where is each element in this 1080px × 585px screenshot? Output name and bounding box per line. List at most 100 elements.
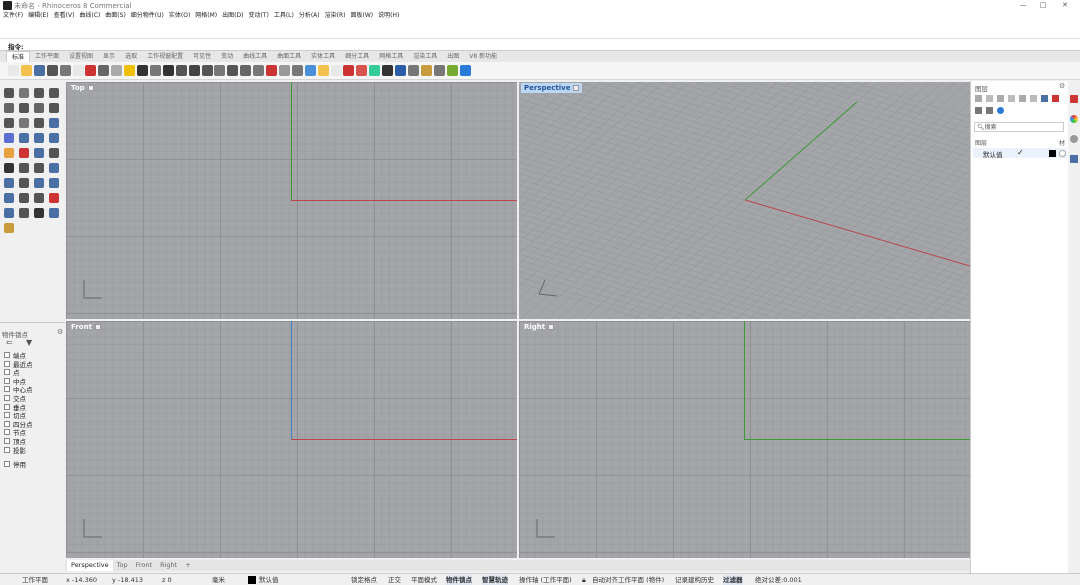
palette-tool-icon[interactable] [34,133,44,143]
menu-dimension[interactable]: 出图(D) [222,11,243,21]
viewport-tab[interactable]: Top [113,560,132,571]
layer-search-input[interactable]: 🔍︎搜索 [974,122,1064,132]
palette-tool-icon[interactable] [34,88,44,98]
status-grid-snap-toggle[interactable]: 锁定格点 [351,575,377,585]
toolbar-tab[interactable]: 曲线工具 [238,51,272,62]
osnap-checkbox[interactable] [4,403,10,410]
move-up-icon[interactable] [1019,95,1026,102]
panel-settings-icon[interactable]: ⚙ [57,328,63,336]
viewport-tab[interactable]: Perspective [67,560,113,571]
toolbar-tool-icon[interactable] [98,65,110,76]
toolbar-tool-icon[interactable] [304,65,316,76]
osnap-checkbox[interactable] [4,438,10,444]
toolbar-tab[interactable]: 工作平面 [30,51,64,62]
toolbar-tool-icon[interactable] [137,65,148,76]
palette-tool-icon[interactable] [4,103,14,113]
toolbar-tool-icon[interactable] [124,65,136,76]
toolbar-tab[interactable]: 渲染工具 [408,51,442,62]
menu-panels[interactable]: 面板(W) [351,11,374,21]
toolbar-tool-icon[interactable] [266,65,277,76]
status-tolerance[interactable]: 绝对公差:0.001 [755,575,802,585]
viewport-menu-dropdown-icon[interactable] [87,85,94,91]
layer-material-icon[interactable] [1059,150,1066,157]
palette-tool-icon[interactable] [19,193,29,203]
toolbar-tool-icon[interactable] [395,65,406,76]
osnap-checkbox[interactable] [4,461,10,468]
menu-solid[interactable]: 实体(O) [169,11,190,21]
palette-tool-icon[interactable] [4,118,14,128]
toolbar-tool-icon[interactable] [433,65,445,76]
palette-tool-icon[interactable] [19,178,29,188]
palette-tool-icon[interactable] [49,148,59,158]
palette-tool-icon[interactable] [4,88,14,98]
osnap-checkbox[interactable] [4,360,10,367]
palette-tool-icon[interactable] [4,223,14,233]
palette-tool-icon[interactable] [49,208,59,218]
toolbar-tool-icon[interactable] [356,65,368,76]
osnap-checkbox[interactable] [4,377,10,384]
menu-tools[interactable]: 工具(L) [274,11,294,21]
copy-layer-icon[interactable] [1008,95,1015,102]
menu-curve[interactable]: 曲线(C) [79,11,100,21]
menu-subd[interactable]: 细分物件(U) [131,11,164,21]
toolbar-tool-icon[interactable] [240,65,252,76]
layer-color-swatch[interactable] [1049,150,1056,157]
osnap-checkbox[interactable] [4,395,10,401]
toolbar-tool-icon[interactable] [111,65,123,76]
toolbar-tool-icon[interactable] [214,65,226,76]
panel-settings-icon[interactable]: ⚙ [1059,82,1065,90]
maximize-button[interactable]: □ [1033,0,1053,11]
viewport-tab[interactable]: Front [132,560,156,571]
palette-tool-icon[interactable] [34,178,44,188]
toolbar-tool-icon[interactable] [175,65,187,76]
viewport-front[interactable]: Front [66,321,517,558]
viewport-tab[interactable]: + [181,560,194,571]
palette-tool-icon[interactable] [49,163,59,173]
status-autoalign-toggle[interactable]: 自动对齐工作平面 (物件) [592,575,664,585]
toolbar-tool-icon[interactable] [85,65,97,76]
toolbar-tab[interactable]: 显示 [98,51,120,62]
viewport-top[interactable]: Top [66,82,517,319]
osnap-option[interactable]: 投影 [4,445,26,455]
palette-tool-icon[interactable] [49,178,59,188]
toolbar-tab[interactable]: 细分工具 [340,51,374,62]
palette-tool-icon[interactable] [34,148,44,158]
toolbar-tool-icon[interactable] [72,65,84,76]
materials-panel-icon[interactable] [1070,115,1078,123]
delete-layer-icon[interactable] [997,95,1004,102]
toolbar-tool-icon[interactable] [149,65,161,76]
list-view-icon[interactable] [975,107,982,114]
status-smarttrack-toggle[interactable]: 智慧轨迹 [482,575,508,585]
palette-tool-icon[interactable] [34,193,44,203]
palette-tool-icon[interactable] [4,163,14,173]
toolbar-tool-icon[interactable] [317,65,329,76]
toolbar-tool-icon[interactable] [20,65,32,76]
toolbar-tool-icon[interactable] [459,65,471,76]
toolbar-tool-icon[interactable] [33,65,45,76]
menu-mesh[interactable]: 网格(M) [195,11,217,21]
toolbar-tab[interactable]: 曲面工具 [272,51,306,62]
toolbar-tab[interactable]: 实体工具 [306,51,340,62]
toolbar-tab[interactable]: 工作视窗配置 [142,51,188,62]
palette-tool-icon[interactable] [49,103,59,113]
status-osnap-toggle[interactable]: 物件锁点 [446,575,472,585]
status-planar-toggle[interactable]: 平面模式 [411,575,437,585]
palette-tool-icon[interactable] [19,118,29,128]
viewport-menu-dropdown-icon[interactable] [94,324,101,330]
layers-panel-icon[interactable] [1070,155,1078,163]
toolbar-tab[interactable]: 可见性 [188,51,216,62]
help-icon[interactable] [997,107,1004,114]
toolbar-tool-icon[interactable] [291,65,303,76]
properties-panel-icon[interactable] [1070,95,1078,103]
command-line[interactable]: 指令: [0,39,1080,51]
toolbar-tool-icon[interactable] [46,65,58,76]
tree-view-icon[interactable] [986,107,993,114]
toolbar-tab[interactable]: 网格工具 [374,51,408,62]
palette-tool-icon[interactable] [19,88,29,98]
viewport-right[interactable]: Right [519,321,970,558]
status-layer[interactable]: 默认值 [259,575,279,585]
osnap-checkbox[interactable] [4,352,10,358]
toolbar-tool-icon[interactable] [188,65,200,76]
viewport-menu-dropdown-icon[interactable] [573,85,580,91]
toolbar-tab[interactable]: 标准 [6,51,31,62]
